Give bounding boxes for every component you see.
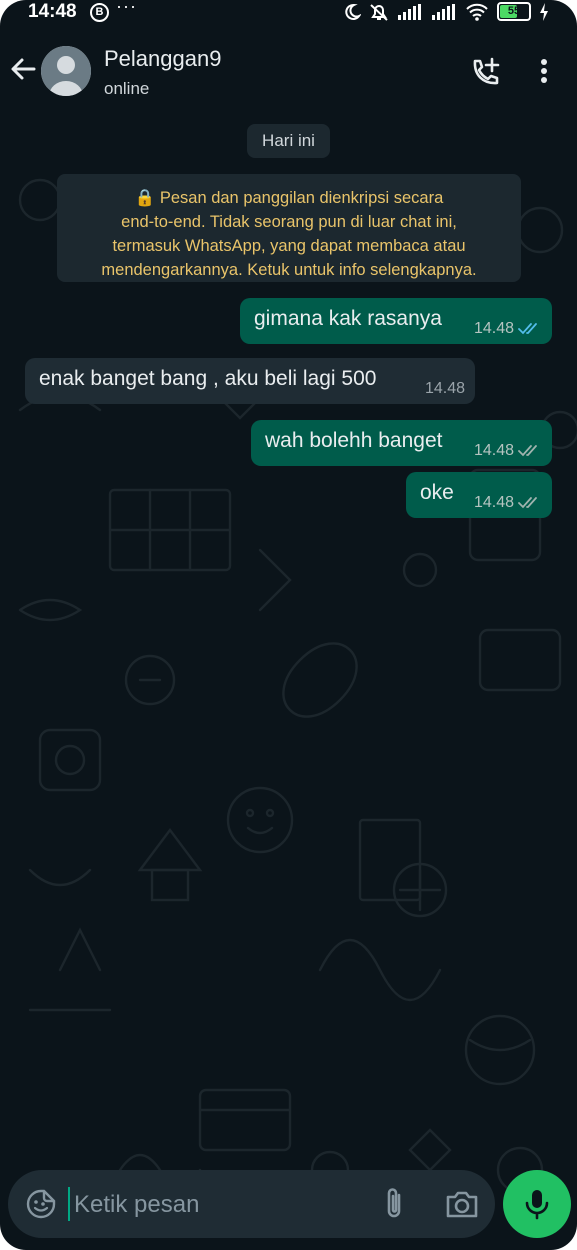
message-time: 14.48	[473, 320, 514, 337]
add-call-icon[interactable]	[468, 56, 502, 90]
double-check-icon	[518, 323, 537, 335]
message-meta: 14.48	[425, 380, 465, 398]
message-meta: 14.48	[474, 494, 542, 512]
message-meta: 14.48	[474, 320, 542, 338]
moon-icon	[345, 3, 361, 20]
contact-status: online	[104, 79, 150, 98]
status-bar: 14:48 B ··· 55	[0, 0, 577, 26]
message-bubble-outgoing[interactable]: gimana kak rasanya 14.48	[240, 298, 552, 344]
wifi-icon	[466, 3, 488, 21]
status-time: 14:48	[28, 1, 77, 22]
battery-level: 55	[507, 5, 521, 17]
encryption-notice-line: termasuk WhatsApp, yang dapat membaca at…	[112, 237, 466, 255]
chat-header: Pelanggan9 online	[0, 26, 577, 110]
message-time: 14.48	[424, 380, 465, 397]
avatar-icon	[41, 46, 91, 96]
message-meta: 14.48	[474, 442, 542, 460]
text-caret	[68, 1187, 70, 1221]
signal-icon-2	[432, 3, 455, 20]
mute-icon	[370, 3, 388, 21]
encryption-notice-line: 🔒 Pesan dan panggilan dienkripsi secara	[134, 189, 444, 207]
double-check-icon	[518, 497, 537, 509]
message-text: gimana kak rasanya	[254, 307, 442, 330]
encryption-notice-line: end-to-end. Tidak seorang pun di luar ch…	[121, 213, 457, 231]
message-composer	[8, 1170, 495, 1238]
more-notifications-indicator: ···	[116, 0, 137, 16]
emoji-sticker-icon[interactable]	[26, 1189, 56, 1219]
date-chip: Hari ini	[247, 124, 330, 158]
message-bubble-outgoing[interactable]: oke 14.48	[406, 472, 552, 518]
camera-icon[interactable]	[445, 1188, 479, 1220]
message-text: enak banget bang , aku beli lagi 500	[39, 367, 377, 390]
b-notification-icon: B	[90, 3, 109, 22]
mic-button[interactable]	[503, 1170, 571, 1238]
encryption-notice-line: mendengarkannya. Ketuk untuk info seleng…	[101, 261, 477, 279]
message-time: 14.48	[473, 442, 514, 459]
mic-icon	[525, 1190, 549, 1220]
contact-name[interactable]: Pelanggan9	[104, 46, 221, 72]
attach-icon[interactable]	[380, 1186, 408, 1222]
battery-icon: 55	[497, 2, 531, 21]
status-icons: 55	[343, 2, 549, 21]
message-input[interactable]	[72, 1184, 366, 1226]
double-check-icon	[518, 445, 537, 457]
avatar[interactable]	[41, 46, 91, 96]
more-vertical-icon[interactable]	[532, 56, 556, 86]
phone-screen: 14:48 B ··· 55 Pelanggan9 online Hari in…	[0, 0, 577, 1250]
encryption-notice[interactable]: 🔒 Pesan dan panggilan dienkripsi secara …	[57, 174, 521, 282]
back-arrow-icon[interactable]	[8, 54, 38, 84]
message-bubble-incoming[interactable]: enak banget bang , aku beli lagi 500 14.…	[25, 358, 475, 404]
message-bubble-outgoing[interactable]: wah bolehh banget 14.48	[251, 420, 552, 466]
message-text: oke	[420, 481, 454, 504]
message-time: 14.48	[473, 494, 514, 511]
signal-icon	[398, 3, 421, 20]
message-text: wah bolehh banget	[265, 429, 443, 452]
charging-icon	[540, 2, 548, 21]
